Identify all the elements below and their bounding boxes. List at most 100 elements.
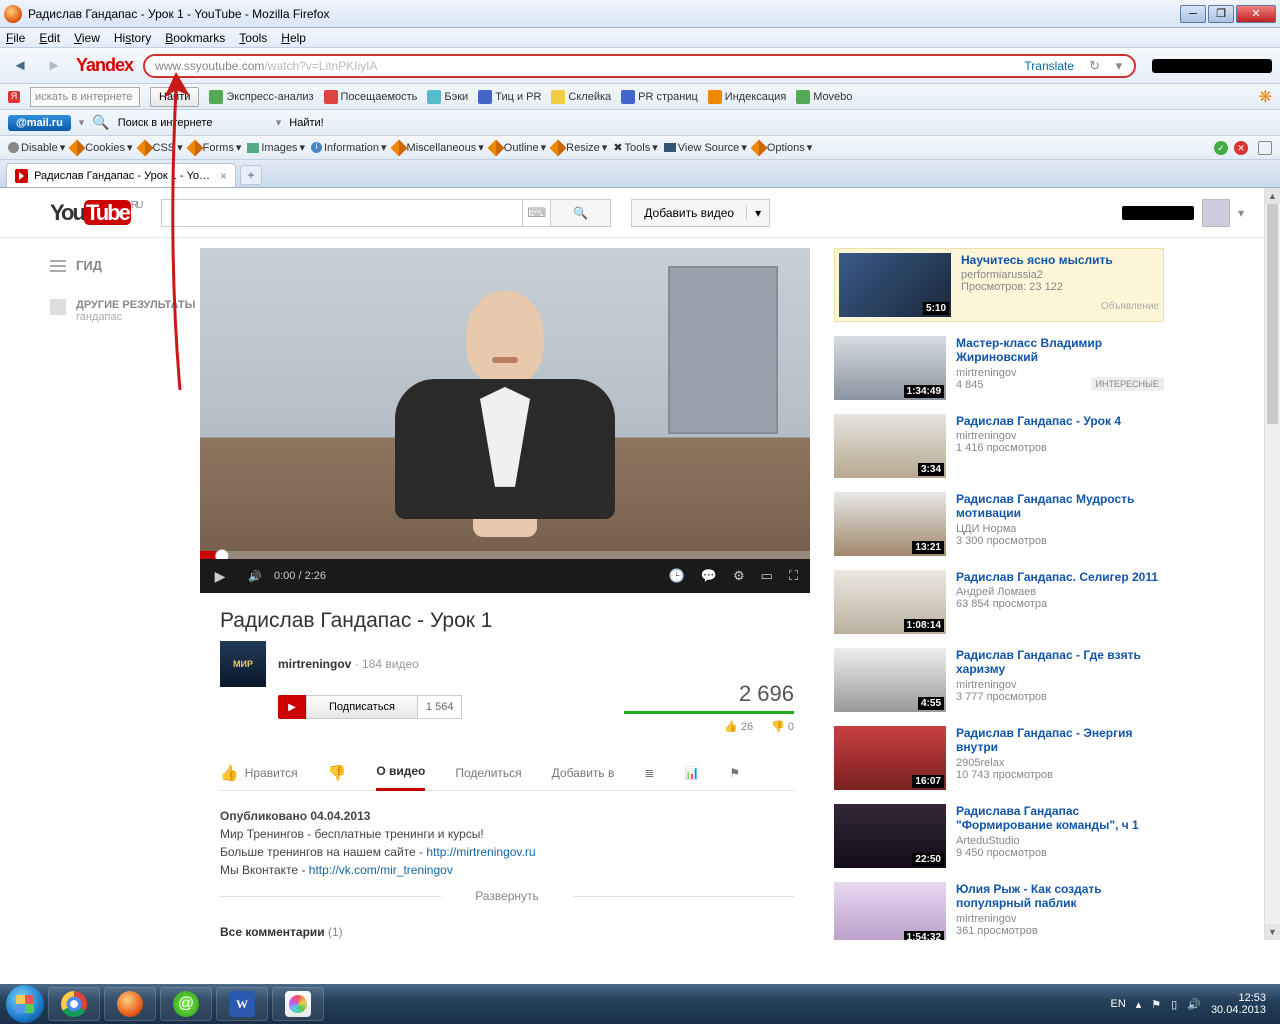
bookmark-icon[interactable]: ▾ — [1115, 58, 1122, 74]
task-paint[interactable] — [272, 987, 324, 1021]
desc-link1[interactable]: http://mirtreningov.ru — [426, 845, 535, 859]
upload-button[interactable]: Добавить видео▾ — [631, 199, 770, 227]
tab-stats-icon[interactable]: 📊 — [684, 766, 699, 780]
system-tray[interactable]: EN ▴ ⚑ ▯ 🔊 12:5330.04.2013 — [1110, 992, 1274, 1016]
tab-addto[interactable]: Добавить в — [552, 766, 615, 780]
related-video[interactable]: 13:21 Радислав Гандапас Мудрость мотивац… — [834, 492, 1164, 556]
close-button[interactable]: ✕ — [1236, 5, 1276, 23]
wd-misc[interactable]: Miscellaneous▾ — [393, 141, 484, 154]
network-icon[interactable]: ▯ — [1171, 998, 1177, 1011]
translate-link[interactable]: Translate — [1024, 59, 1074, 73]
related-video[interactable]: 16:07 Радислав Гандапас - Энергия внутри… — [834, 726, 1164, 790]
tab-flag-icon[interactable]: ⚑ — [729, 766, 740, 780]
tb-glue[interactable]: Склейка — [551, 90, 611, 104]
start-button[interactable] — [6, 985, 44, 1023]
tb-visits[interactable]: Посещаемость — [324, 90, 418, 104]
watch-later-icon[interactable]: 🕒 — [669, 568, 685, 584]
wd-resize[interactable]: Resize▾ — [552, 141, 607, 154]
back-button[interactable]: ◄ — [8, 54, 32, 78]
clock[interactable]: 12:5330.04.2013 — [1211, 992, 1266, 1016]
related-video[interactable]: 5:10 Научитесь ясно мыслить performiarus… — [834, 248, 1164, 322]
account-dropdown-icon[interactable]: ▾ — [1238, 206, 1244, 220]
task-firefox[interactable] — [104, 987, 156, 1021]
reload-icon[interactable]: ↻ — [1089, 58, 1100, 74]
youtube-logo[interactable]: YouTubeRU — [50, 200, 141, 226]
tab-like[interactable]: 👍Нравится — [220, 764, 298, 782]
wd-outline[interactable]: Outline▾ — [490, 141, 546, 154]
tb-express[interactable]: Экспресс-анализ — [209, 90, 313, 104]
mailru-logo[interactable]: @mail.ru — [8, 115, 71, 131]
wd-images[interactable]: Images▾ — [247, 141, 305, 154]
guide-button[interactable]: ГИД — [50, 258, 200, 273]
related-video[interactable]: 3:34 Радислав Гандапас - Урок 4 mirtreni… — [834, 414, 1164, 478]
lang-indicator[interactable]: EN — [1110, 998, 1125, 1010]
related-video[interactable]: 1:54:32 Юлия Рыж - Как создать популярны… — [834, 882, 1164, 940]
tray-up-icon[interactable]: ▴ — [1136, 998, 1142, 1011]
menu-bookmarks[interactable]: Bookmarks — [165, 31, 225, 45]
sound-icon[interactable]: 🔊 — [1187, 998, 1201, 1011]
wd-cookies[interactable]: Cookies▾ — [71, 141, 132, 154]
tb-pr[interactable]: PR страниц — [621, 90, 698, 104]
mailru-find[interactable]: Найти! — [289, 117, 323, 129]
page-scrollbar[interactable]: ▲ ▼ — [1264, 188, 1280, 940]
minimize-button[interactable]: ─ — [1180, 5, 1206, 23]
wd-forms[interactable]: Forms▾ — [189, 141, 242, 154]
settings-icon[interactable]: ❋ — [1259, 87, 1272, 107]
tab-close-icon[interactable]: × — [220, 169, 227, 183]
browser-tab[interactable]: Радислав Гандапас - Урок 1 - YouTu... × — [6, 163, 236, 187]
tab-transcript-icon[interactable]: ≣ — [644, 766, 654, 780]
address-bar[interactable]: www.ssyoutube.com/watch?v=LitnPKIiyIA Tr… — [143, 54, 1136, 78]
user-avatar[interactable] — [1202, 199, 1230, 227]
scroll-thumb[interactable] — [1267, 204, 1278, 424]
tb-index[interactable]: Индексация — [708, 90, 786, 104]
yt-search-input[interactable] — [162, 200, 522, 226]
subscribe-button[interactable]: Подписаться — [306, 695, 418, 719]
yt-search-box[interactable]: ⌨ — [161, 199, 551, 227]
wd-css[interactable]: CSS▾ — [139, 141, 183, 154]
wd-info[interactable]: iInformation▾ — [311, 141, 387, 154]
settings-gear-icon[interactable]: ⚙ — [733, 568, 745, 584]
forward-button[interactable]: ► — [42, 54, 66, 78]
menu-view[interactable]: View — [74, 31, 100, 45]
related-video[interactable]: 22:50 Радислава Гандапас "Формирование к… — [834, 804, 1164, 868]
menu-edit[interactable]: Edit — [39, 31, 60, 45]
wd-view[interactable]: View Source▾ — [664, 141, 747, 154]
desc-link2[interactable]: http://vk.com/mir_treningov — [309, 863, 453, 877]
yt-search-button[interactable]: 🔍 — [551, 199, 611, 227]
tab-about[interactable]: О видео — [376, 755, 425, 791]
play-button[interactable]: ▶ — [200, 568, 240, 585]
tab-share[interactable]: Поделиться — [455, 766, 521, 780]
related-video[interactable]: 4:55 Радислав Гандапас - Где взять хариз… — [834, 648, 1164, 712]
yandex-logo[interactable]: Yandex — [76, 55, 133, 76]
other-results[interactable]: ДРУГИЕ РЕЗУЛЬТАТЫгандапас — [50, 299, 200, 323]
new-tab-button[interactable]: + — [240, 165, 262, 185]
subscribe-play-icon[interactable]: ▶ — [278, 695, 306, 719]
tb-tic[interactable]: Тиц и PR — [478, 90, 541, 104]
captions-icon[interactable]: 💬 — [701, 568, 717, 584]
scroll-down-icon[interactable]: ▼ — [1265, 924, 1280, 940]
channel-name[interactable]: mirtreningov · 184 видео — [278, 657, 419, 671]
keyboard-icon[interactable]: ⌨ — [522, 200, 550, 226]
related-video[interactable]: 1:34:49 Мастер-класс Владимир Жириновски… — [834, 336, 1164, 400]
fullscreen-icon[interactable]: ⛶ — [789, 568, 798, 584]
task-word[interactable]: W — [216, 987, 268, 1021]
related-video[interactable]: 1:08:14 Радислав Гандапас. Селигер 2011 … — [834, 570, 1164, 634]
menu-tools[interactable]: Tools — [239, 31, 267, 45]
scroll-up-icon[interactable]: ▲ — [1265, 188, 1280, 204]
expand-button[interactable]: Развернуть — [200, 889, 814, 903]
maximize-button[interactable]: ❐ — [1208, 5, 1234, 23]
wd-disable[interactable]: Disable▾ — [8, 141, 65, 154]
task-chrome[interactable] — [48, 987, 100, 1021]
menu-history[interactable]: History — [114, 31, 151, 45]
video-player[interactable]: ▶ 🔊 0:00 / 2:26 🕒 💬 ⚙ ▭ ⛶ — [200, 248, 810, 593]
ya-search[interactable]: искать в интернете — [30, 87, 140, 107]
seek-bar[interactable] — [200, 551, 810, 559]
tb-movebo[interactable]: Movebo — [796, 90, 852, 104]
theater-icon[interactable]: ▭ — [761, 568, 773, 584]
tab-dislike[interactable]: 👎 — [328, 764, 347, 782]
menu-help[interactable]: Help — [281, 31, 306, 45]
ya-find-button[interactable]: Найти — [150, 87, 199, 107]
mailru-search[interactable]: Поиск в интернете — [118, 117, 268, 129]
task-mailru[interactable]: @ — [160, 987, 212, 1021]
flag-icon[interactable]: ⚑ — [1151, 998, 1161, 1011]
